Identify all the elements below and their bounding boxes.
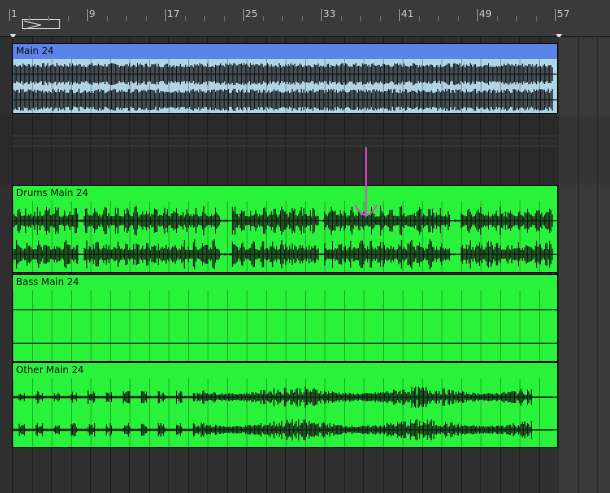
clip-waveform <box>13 59 557 113</box>
beat-tick <box>262 16 264 21</box>
beat-tick <box>145 16 147 21</box>
beat-tick <box>184 16 186 21</box>
beat-tick <box>360 16 361 21</box>
beat-tick <box>126 16 127 21</box>
beat-tick <box>28 16 30 21</box>
beat-tick <box>223 16 225 21</box>
bar-number: 9 <box>89 9 96 20</box>
beat-tick <box>379 16 381 21</box>
clip-title: Other Main 24 <box>13 363 557 378</box>
bar-number: 41 <box>401 9 414 20</box>
beat-tick <box>496 16 498 21</box>
beat-tick <box>106 16 108 21</box>
empty-lane-guides <box>12 135 558 147</box>
bar-number: 17 <box>167 9 180 20</box>
clip-drums[interactable]: Drums Main 24 <box>12 185 558 273</box>
after-loop-region <box>558 37 610 493</box>
beat-tick <box>282 16 283 21</box>
bar-tick <box>87 9 88 21</box>
clip-bass[interactable]: Bass Main 24 <box>12 274 558 362</box>
bar-number: 33 <box>323 9 336 20</box>
clip-waveform <box>13 201 557 272</box>
timeline-ruler[interactable]: 1 9 17 25 33 41 49 57 <box>0 0 610 39</box>
bar-number: 57 <box>557 9 570 20</box>
beat-tick <box>418 16 420 21</box>
beat-tick <box>340 16 342 21</box>
bar-tick <box>555 9 556 21</box>
clip-other[interactable]: Other Main 24 <box>12 362 558 448</box>
beat-tick <box>301 16 303 21</box>
clip-waveform <box>13 290 557 361</box>
bar-tick <box>9 9 10 21</box>
beat-tick <box>48 16 49 21</box>
bar-number: 1 <box>11 9 18 20</box>
beat-tick <box>204 16 205 21</box>
bar-number: 25 <box>245 9 258 20</box>
arrangement-view[interactable]: Main 24 Drums Main 24 Bass Main 24 Other… <box>0 37 610 493</box>
beat-tick <box>535 16 537 21</box>
bar-number: 49 <box>479 9 492 20</box>
clip-waveform <box>13 378 557 447</box>
bar-tick <box>243 9 244 21</box>
bar-tick <box>165 9 166 21</box>
bar-tick <box>399 9 400 21</box>
beat-tick <box>516 16 517 21</box>
clip-title: Drums Main 24 <box>13 186 557 201</box>
beat-tick <box>67 16 69 21</box>
beat-tick <box>438 16 439 21</box>
loop-brace-icon <box>23 20 42 30</box>
clip-title: Bass Main 24 <box>13 275 557 290</box>
bar-tick <box>321 9 322 21</box>
clip-title: Main 24 <box>13 44 557 59</box>
beat-tick <box>457 16 459 21</box>
clip-main[interactable]: Main 24 <box>12 43 558 114</box>
down-arrow-icon <box>354 147 378 217</box>
bar-tick <box>477 9 478 21</box>
